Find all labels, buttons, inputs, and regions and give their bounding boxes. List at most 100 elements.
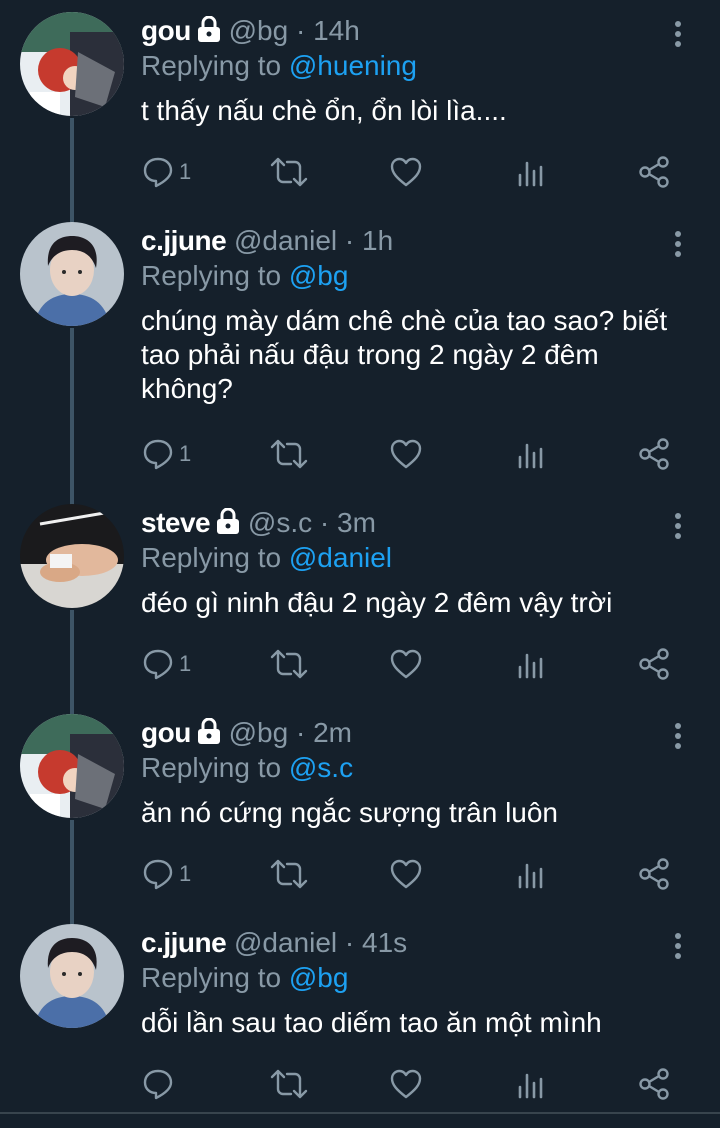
retweet-button[interactable]: [269, 854, 309, 894]
avatar[interactable]: [20, 924, 124, 1028]
lock-icon: [197, 717, 221, 752]
timestamp[interactable]: 14h: [313, 15, 360, 46]
user-handle[interactable]: @s.c: [248, 507, 312, 538]
like-button[interactable]: [389, 152, 423, 192]
separator-dot: ·: [295, 717, 306, 748]
share-button[interactable]: [637, 1064, 671, 1104]
lock-icon: [197, 15, 221, 50]
reply-icon: [143, 649, 173, 680]
mention-link[interactable]: @bg: [289, 962, 349, 993]
avatar[interactable]: [20, 12, 124, 116]
reply-icon: [143, 859, 173, 890]
replying-to-label: Replying to: [141, 752, 289, 783]
user-handle[interactable]: @bg: [229, 717, 289, 748]
reply-button[interactable]: 1: [141, 644, 191, 684]
share-button[interactable]: [637, 854, 671, 894]
avatar[interactable]: [20, 714, 124, 818]
more-options-icon[interactable]: [664, 226, 692, 262]
tweet-header: gou @bg · 2m: [141, 716, 352, 752]
avatar-image-red-hair-art: [20, 12, 124, 116]
display-name[interactable]: steve: [141, 507, 211, 538]
tweet-header: steve @s.c · 3m: [141, 506, 376, 542]
display-name[interactable]: gou: [141, 15, 191, 46]
analytics-button[interactable]: [515, 1064, 547, 1104]
retweet-button[interactable]: [269, 434, 309, 474]
analytics-button[interactable]: [515, 644, 547, 684]
tweet-text: dỗi lần sau tao diếm tao ăn một mình: [141, 1007, 602, 1038]
heart-icon: [390, 157, 422, 187]
tweet-header: c.jjune @daniel · 1h: [141, 224, 393, 258]
reply-count: 1: [179, 441, 192, 466]
mention-link[interactable]: @s.c: [289, 752, 353, 783]
analytics-button[interactable]: [515, 152, 547, 192]
user-handle[interactable]: @bg: [229, 15, 289, 46]
tweet[interactable]: gou @bg · 14h Replying to @huening t thấ…: [0, 0, 720, 210]
user-handle[interactable]: @daniel: [234, 225, 337, 256]
tweet[interactable]: c.jjune @daniel · 41s Replying to @bg dỗ…: [0, 912, 720, 1122]
separator-dot: ·: [344, 225, 355, 256]
more-options-icon[interactable]: [664, 16, 692, 52]
timestamp[interactable]: 41s: [362, 927, 407, 958]
action-bar: 1: [141, 644, 701, 684]
reply-count: 1: [179, 159, 192, 184]
timestamp[interactable]: 3m: [337, 507, 376, 538]
share-icon: [639, 156, 669, 188]
replying-to-label: Replying to: [141, 962, 289, 993]
analytics-icon: [518, 161, 543, 187]
avatar[interactable]: [20, 504, 124, 608]
like-button[interactable]: [389, 434, 423, 474]
user-handle[interactable]: @daniel: [234, 927, 337, 958]
share-button[interactable]: [637, 152, 671, 192]
separator-dot: ·: [295, 15, 306, 46]
analytics-button[interactable]: [515, 854, 547, 894]
tweet-text: chúng mày dám chê chè của tao sao? biết …: [141, 305, 668, 404]
tweet[interactable]: c.jjune @daniel · 1h Replying to @bg chú…: [0, 210, 720, 470]
display-name[interactable]: c.jjune: [141, 225, 227, 256]
analytics-icon: [518, 653, 543, 679]
replying-to: Replying to @bg: [141, 961, 348, 995]
tweet[interactable]: steve @s.c · 3m Replying to @daniel đéo …: [0, 492, 720, 702]
like-button[interactable]: [389, 644, 423, 684]
reply-count: 1: [179, 651, 192, 676]
reply-count: 1: [179, 861, 192, 886]
retweet-button[interactable]: [269, 152, 309, 192]
avatar-image-red-hair-art: [20, 714, 124, 818]
analytics-button[interactable]: [515, 434, 547, 474]
retweet-button[interactable]: [269, 1064, 309, 1104]
timestamp[interactable]: 2m: [313, 717, 352, 748]
reply-icon: [143, 157, 173, 188]
avatar[interactable]: [20, 222, 124, 326]
share-icon: [639, 438, 669, 470]
reply-button[interactable]: 1: [141, 854, 191, 894]
share-button[interactable]: [637, 644, 671, 684]
like-button[interactable]: [389, 854, 423, 894]
share-button[interactable]: [637, 434, 671, 474]
divider: [0, 1112, 720, 1114]
timestamp[interactable]: 1h: [362, 225, 393, 256]
replying-to: Replying to @s.c: [141, 751, 353, 785]
reply-button[interactable]: 1: [141, 152, 191, 192]
more-options-icon[interactable]: [664, 928, 692, 964]
analytics-icon: [518, 443, 543, 469]
tweet-header: gou @bg · 14h: [141, 14, 360, 50]
retweet-icon: [270, 859, 308, 889]
mention-link[interactable]: @bg: [289, 260, 349, 291]
share-icon: [639, 1068, 669, 1100]
more-options-icon[interactable]: [664, 718, 692, 754]
mention-link[interactable]: @huening: [289, 50, 417, 81]
avatar-image-person-photo: [20, 924, 124, 1028]
mention-link[interactable]: @daniel: [289, 542, 392, 573]
retweet-icon: [270, 1069, 308, 1099]
reply-button[interactable]: 1: [141, 434, 191, 474]
display-name[interactable]: gou: [141, 717, 191, 748]
reply-button[interactable]: [141, 1064, 179, 1104]
retweet-button[interactable]: [269, 644, 309, 684]
heart-icon: [390, 859, 422, 889]
analytics-icon: [518, 1073, 543, 1099]
heart-icon: [390, 649, 422, 679]
tweet[interactable]: gou @bg · 2m Replying to @s.c ăn nó cứng…: [0, 702, 720, 912]
replying-to: Replying to @huening: [141, 49, 417, 83]
display-name[interactable]: c.jjune: [141, 927, 227, 958]
more-options-icon[interactable]: [664, 508, 692, 544]
like-button[interactable]: [389, 1064, 423, 1104]
